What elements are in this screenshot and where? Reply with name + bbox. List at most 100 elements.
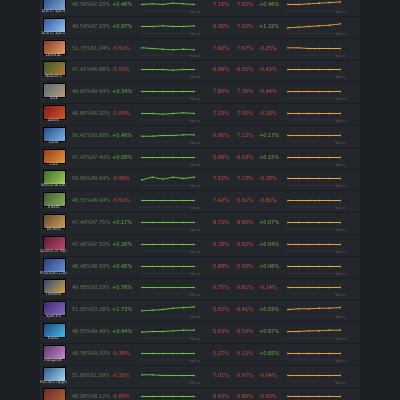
rate-delta-2: -0.44% xyxy=(259,89,277,96)
table-row[interactable]: Spectre 51.55% 53.28% +1.73% Feb 14 5.82% 6.41… xyxy=(40,300,360,323)
hero-name: Tinkerer xyxy=(45,292,62,297)
win-rate-delta: +0.94% xyxy=(112,329,133,335)
patch-label: Feb 14 xyxy=(336,10,347,14)
spark-point xyxy=(151,68,154,71)
table-row[interactable]: Queen of Pain 47.46% 47.50% +0.26% Feb 14 5.7… xyxy=(40,235,360,257)
hero-name: Razor xyxy=(47,336,60,340)
spark-point xyxy=(172,134,175,137)
pick-rate-sparkline xyxy=(286,68,342,77)
table-row[interactable]: Nature's 47.41% 46.88% -0.53% Feb 14 6.98% 6.5… xyxy=(40,60,360,83)
spark-point xyxy=(151,330,154,333)
hero-name: Nature's xyxy=(45,74,62,79)
spark-point xyxy=(193,352,195,355)
spark-point xyxy=(339,286,341,289)
spark-point xyxy=(193,374,195,376)
rate-delta-2: -0.63% xyxy=(259,394,277,400)
rate-delta-2: -0.28% xyxy=(259,111,277,117)
spark-line xyxy=(288,46,340,49)
spark-point xyxy=(297,265,300,267)
table-row[interactable]: Razor 48.55% 49.49% +0.94% Feb 14 5.83% 6.50% +… xyxy=(40,322,360,344)
win-rate-delta: -0.86% xyxy=(112,394,130,400)
spark-point xyxy=(141,352,143,355)
pick-rate: 46.55% xyxy=(72,198,92,205)
spark-point xyxy=(151,176,154,179)
spark-point xyxy=(141,3,143,6)
spark-point xyxy=(328,24,331,26)
table-row[interactable]: Treant 46.55% 46.04% -0.51% Feb 14 7.42% 6.61%… xyxy=(40,191,360,214)
rate-2: 8.73% xyxy=(213,220,229,226)
spark-point xyxy=(193,286,195,289)
rate-delta-2: +0.04% xyxy=(259,241,280,248)
spark-point xyxy=(161,330,164,333)
spark-point xyxy=(297,374,300,376)
spark-point xyxy=(328,307,331,310)
spark-point xyxy=(172,329,175,332)
pick-rate: 47.46% xyxy=(72,241,92,248)
spark-point xyxy=(307,2,310,5)
patch-label: Feb 14 xyxy=(336,315,347,320)
pick-rate: 51.55% xyxy=(72,307,92,314)
pick-rate-sparkline xyxy=(286,286,342,295)
spark-point xyxy=(151,373,154,376)
spark-point xyxy=(287,46,289,49)
table-row[interactable]: Luna 50.41% 50.88% +0.46% Feb 14 6.95% 7.13% +0… xyxy=(40,126,360,148)
hero-name: Ancient Apparition xyxy=(40,379,67,384)
table-row[interactable]: Doom 46.86% 46.92% -0.00% Feb 14 7.33% 7.05% -0… xyxy=(40,104,360,126)
spark-point xyxy=(182,156,185,158)
rate-3: 6.97% xyxy=(237,372,253,379)
rate-3: 5.82% xyxy=(237,241,253,248)
pick-rate: 47.44% xyxy=(72,220,92,226)
table-row[interactable]: Storm Spirit 46.56% 47.03% +0.46% Feb 14 7.16… xyxy=(40,0,360,17)
spark-point xyxy=(172,2,175,5)
rate-delta-2: -0.04% xyxy=(259,372,277,379)
patch-label: Feb 14 xyxy=(190,228,201,232)
spark-point xyxy=(328,1,331,4)
spark-point xyxy=(161,3,164,6)
table-row[interactable]: Pangolier 49.38% 49.00% -0.38% Feb 14 5.27% 6.… xyxy=(40,344,360,366)
spark-point xyxy=(161,113,164,116)
table-row[interactable]: Storm Spirit 49.54% 47.03% +0.97% Feb 14 6.30… xyxy=(40,17,360,39)
spark-point xyxy=(307,308,310,310)
win-rate-delta: -0.00% xyxy=(112,111,130,117)
spark-point xyxy=(193,199,195,202)
table-row[interactable]: Venomancer 50.89% 49.94% -0.96% Feb 14 7.51% 7… xyxy=(40,169,360,192)
spark-point xyxy=(161,156,164,158)
table-row[interactable]: Lina 47.47% 47.40% +0.08% Feb 14 5.88% 6.03% +0… xyxy=(40,148,360,170)
win-rate-delta: +1.73% xyxy=(112,307,133,314)
rate-delta-2: -0.28% xyxy=(259,176,277,183)
patch-label: Feb 14 xyxy=(336,271,347,276)
win-rate: 49.49% xyxy=(91,329,111,335)
spark-line xyxy=(141,306,195,312)
table-row[interactable]: Ancient Apparition 51.89%51.59%-0.30% Feb … xyxy=(40,366,360,388)
table-row[interactable]: Phantom Lancer 48.48%48.93%+0.45% Feb 14 5.… xyxy=(40,257,360,279)
hero-name: Queen of Pain xyxy=(40,248,67,253)
table-row[interactable]: Leshrac 51.75% 51.24% -0.51% Feb 14 7.92% 7.67… xyxy=(40,39,360,61)
table-row[interactable]: Magnus48.98%48.12%-0.86%Feb 146.43%5.80%… xyxy=(40,387,360,400)
spark-point xyxy=(318,156,321,158)
pick-rate: 49.60% xyxy=(72,89,92,96)
win-rate-sparkline xyxy=(140,286,196,295)
spark-point xyxy=(141,310,143,312)
spark-point xyxy=(193,3,195,6)
spark-point xyxy=(307,265,310,267)
spark-line xyxy=(141,177,195,181)
win-rate-delta: +0.46% xyxy=(112,2,133,8)
table-row[interactable]: Techies 47.44% 47.75% +0.17% Feb 14 8.73% 8.80… xyxy=(40,213,360,235)
win-rate: 47.03% xyxy=(91,2,111,8)
hero-name: Storm Spirit xyxy=(41,30,66,35)
spark-point xyxy=(182,306,185,309)
pick-rate-sparkline xyxy=(286,134,342,142)
spark-point xyxy=(307,68,310,71)
spark-point xyxy=(297,352,300,355)
spark-point xyxy=(328,374,331,376)
pick-rate: 51.89% xyxy=(72,372,92,379)
table-row[interactable]: Tinkerer 49.88% 50.59% +0.76% Feb 14 6.75% 6.6… xyxy=(40,278,360,301)
spark-point xyxy=(193,221,195,224)
hero-portrait[interactable] xyxy=(43,388,66,400)
spark-point xyxy=(287,112,289,115)
spark-line xyxy=(288,329,340,332)
table-row[interactable]: Tusk 49.60% 49.94% +0.34% Feb 14 7.80% 7.36% -0… xyxy=(40,82,360,105)
spark-point xyxy=(328,286,331,289)
spark-point xyxy=(318,24,321,27)
patch-label: Feb 14 xyxy=(190,293,201,298)
